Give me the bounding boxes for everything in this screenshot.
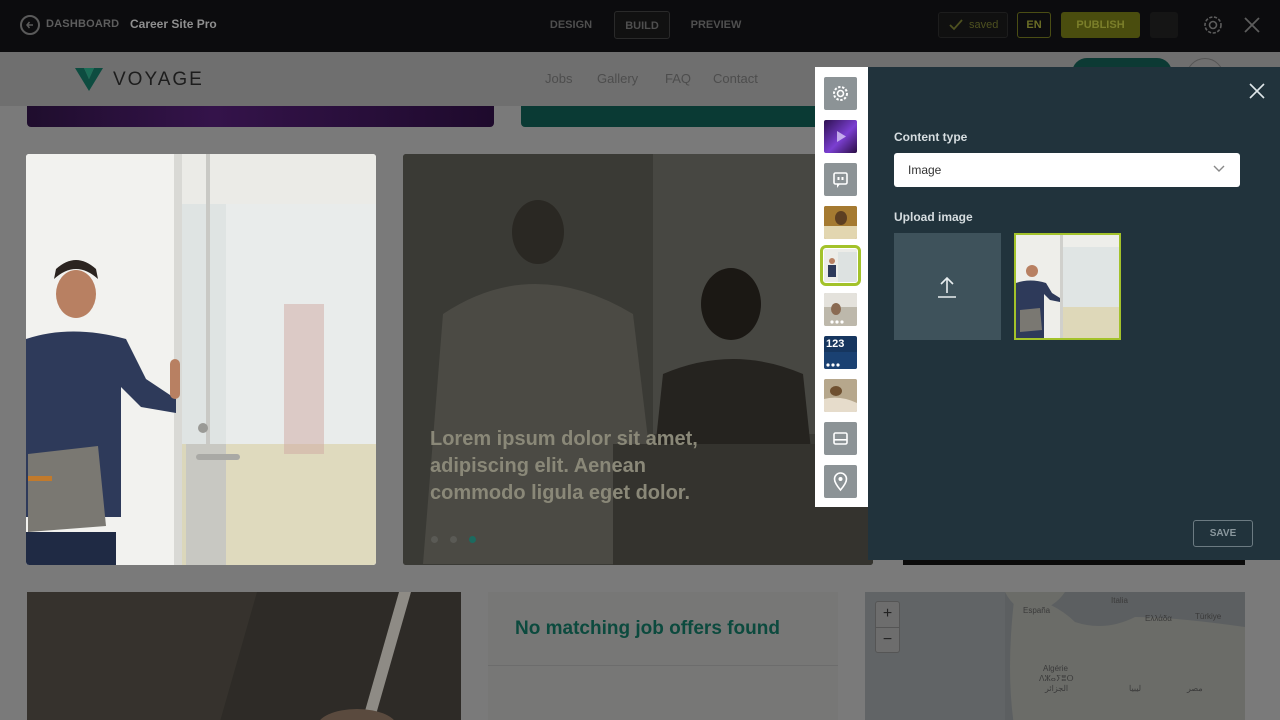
upload-image-button[interactable] bbox=[894, 233, 1001, 340]
check-icon bbox=[949, 19, 963, 31]
voyage-logo-icon bbox=[75, 68, 103, 91]
slider-thumbnail-icon bbox=[824, 293, 857, 326]
picker-map-item[interactable] bbox=[824, 465, 857, 498]
upload-image-label: Upload image bbox=[894, 210, 973, 224]
block-type-picker: 123 bbox=[815, 67, 868, 507]
zoom-in-button[interactable]: + bbox=[876, 602, 899, 627]
back-arrow-icon[interactable] bbox=[20, 15, 40, 35]
save-status-text: saved bbox=[969, 19, 999, 31]
map-label: Italia bbox=[1111, 596, 1128, 605]
picker-quote-item[interactable] bbox=[824, 163, 857, 196]
play-icon bbox=[837, 131, 846, 142]
tab-build[interactable]: BUILD bbox=[614, 11, 670, 39]
map-label: España bbox=[1023, 606, 1051, 615]
site-name: Career Site Pro bbox=[130, 17, 217, 31]
save-button[interactable]: SAVE bbox=[1193, 520, 1253, 547]
map-label: مصر bbox=[1187, 684, 1203, 693]
map-label: Algérie bbox=[1043, 664, 1068, 673]
slider-dot[interactable] bbox=[450, 536, 457, 543]
chevron-down-icon bbox=[1213, 165, 1225, 172]
tab-design[interactable]: DESIGN bbox=[540, 11, 602, 39]
map-block[interactable]: + − España Italia Ελλάδα Türkiye Algérie… bbox=[865, 592, 1245, 720]
zoom-out-button[interactable]: − bbox=[876, 627, 899, 652]
tab-preview[interactable]: PREVIEW bbox=[684, 11, 748, 39]
counter-text: 123 bbox=[826, 338, 845, 350]
map-zoom-control: + − bbox=[875, 601, 900, 653]
map-label: Ελλάδα bbox=[1145, 614, 1172, 623]
image-thumbnail-icon bbox=[824, 249, 857, 282]
content-type-value: Image bbox=[908, 163, 942, 177]
picker-image-item-selected[interactable] bbox=[820, 245, 861, 286]
content-type-select[interactable]: Image bbox=[894, 153, 1240, 187]
picker-settings-item[interactable] bbox=[824, 77, 857, 110]
bottom-image-block[interactable] bbox=[27, 592, 461, 720]
block-settings-panel: Content type Image Upload image SAVE bbox=[868, 67, 1280, 560]
list-icon bbox=[833, 432, 848, 445]
slider-dot-active[interactable] bbox=[469, 536, 476, 543]
image-thumbnail-icon bbox=[824, 379, 857, 412]
map-label: ⴷⵣⴰⵢⴻⵔ bbox=[1039, 674, 1074, 683]
uploaded-image-thumbnail[interactable] bbox=[1014, 233, 1121, 340]
map-pin-icon bbox=[833, 472, 848, 492]
close-editor-icon[interactable] bbox=[1243, 16, 1261, 34]
slider-dot[interactable] bbox=[431, 536, 438, 543]
writing-photo bbox=[27, 592, 461, 720]
map-label: Türkiye bbox=[1195, 612, 1222, 621]
slider-caption: Lorem ipsum dolor sit amet, adipiscing e… bbox=[430, 428, 698, 504]
map-label: ليبيا bbox=[1129, 684, 1142, 693]
close-icon[interactable] bbox=[1248, 82, 1266, 100]
office-door-thumbnail bbox=[1016, 235, 1119, 338]
picker-counter-item[interactable]: 123 bbox=[824, 336, 857, 369]
picker-image-item[interactable] bbox=[824, 206, 857, 239]
nav-link-jobs[interactable]: Jobs bbox=[545, 71, 572, 86]
hero-image-strip bbox=[27, 106, 494, 127]
slider-pagination bbox=[431, 530, 488, 548]
upload-icon bbox=[938, 276, 956, 298]
save-status-badge: saved bbox=[938, 12, 1008, 38]
office-door-photo bbox=[26, 154, 376, 565]
quote-icon bbox=[833, 172, 848, 188]
nav-link-gallery[interactable]: Gallery bbox=[597, 71, 638, 86]
dashboard-link[interactable]: DASHBOARD bbox=[46, 18, 119, 30]
selected-image-block[interactable] bbox=[26, 154, 376, 565]
toolbar-extra-button[interactable] bbox=[1150, 12, 1178, 38]
picker-image-item[interactable] bbox=[824, 379, 857, 412]
language-button[interactable]: EN bbox=[1017, 12, 1051, 38]
builder-toolbar: DASHBOARD Career Site Pro DESIGN BUILD P… bbox=[0, 0, 1280, 52]
image-slider-block[interactable]: Lorem ipsum dolor sit amet, adipiscing e… bbox=[403, 154, 873, 565]
job-offers-block: No matching job offers found bbox=[488, 592, 838, 720]
divider bbox=[488, 665, 838, 666]
settings-icon bbox=[833, 86, 848, 101]
map-label: الجزائر bbox=[1045, 684, 1069, 693]
publish-button[interactable]: PUBLISH bbox=[1061, 12, 1140, 38]
map-tiles bbox=[1005, 592, 1245, 720]
picker-slider-item[interactable] bbox=[824, 293, 857, 326]
image-thumbnail-icon bbox=[824, 206, 857, 239]
picker-video-item[interactable] bbox=[824, 120, 857, 153]
picker-list-item[interactable] bbox=[824, 422, 857, 455]
gear-icon[interactable] bbox=[1202, 14, 1224, 36]
nav-link-contact[interactable]: Contact bbox=[713, 71, 758, 86]
brand-name: VOYAGE bbox=[113, 69, 204, 90]
nav-link-faq[interactable]: FAQ bbox=[665, 71, 691, 86]
content-type-label: Content type bbox=[894, 130, 968, 144]
no-jobs-message: No matching job offers found bbox=[515, 618, 780, 639]
